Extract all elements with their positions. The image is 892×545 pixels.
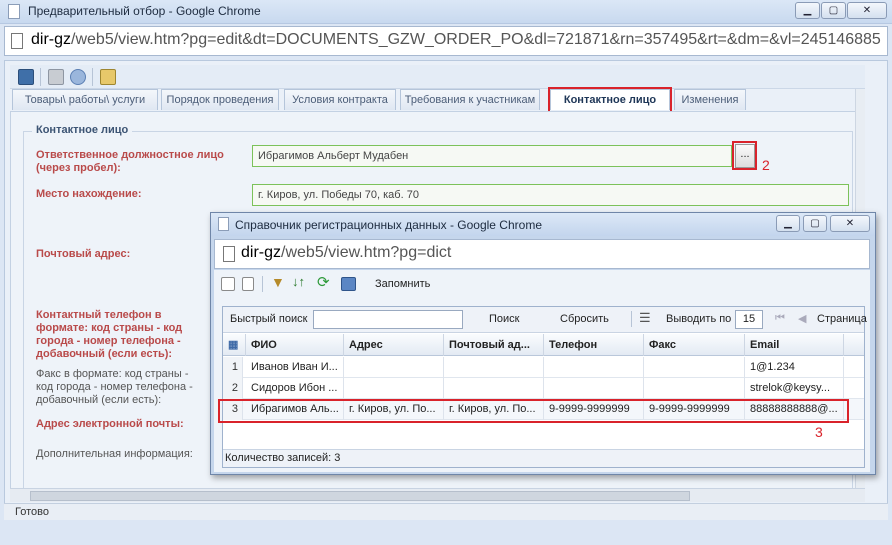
toolbar	[10, 65, 865, 89]
cell-fax	[644, 378, 745, 399]
url-host: dir-gz	[31, 31, 72, 48]
col-postal[interactable]: Почтовый ад...	[444, 334, 544, 356]
url-host: dir-gz	[241, 244, 282, 261]
info-icon[interactable]	[70, 69, 86, 85]
location-field[interactable]: г. Киров, ул. Победы 70, каб. 70	[252, 184, 849, 206]
page-icon	[223, 246, 235, 262]
tab-procedure[interactable]: Порядок проведения	[161, 89, 279, 110]
responsible-field[interactable]: Ибрагимов Альберт Мудабен	[252, 145, 732, 167]
divider	[40, 68, 41, 86]
window-titlebar: Предварительный отбор - Google Chrome ▁ …	[0, 0, 892, 24]
table-icon[interactable]	[341, 277, 356, 291]
cell-address	[344, 357, 444, 378]
fax-label: Факс в формате: код страны - код города …	[36, 368, 193, 406]
per-page-input[interactable]: 15	[735, 310, 763, 329]
sort-icon[interactable]: ↓↑	[292, 274, 305, 289]
cell-postal	[444, 357, 544, 378]
col-fax[interactable]: Факс	[644, 334, 745, 356]
remember-button[interactable]: Запомнить	[375, 278, 430, 290]
new-document-icon[interactable]	[242, 277, 254, 291]
cell-fax	[644, 357, 745, 378]
per-page-label: Выводить по	[666, 313, 732, 325]
window-title: Предварительный отбор - Google Chrome	[28, 4, 261, 18]
table-row[interactable]: 2 Сидоров Ибон ... strelok@keysy...	[223, 378, 864, 399]
dialog-toolbar: ▼ ↓↑ ⟳ Запомнить	[216, 272, 866, 296]
address-url[interactable]: dir-gz/web5/view.htm?pg=edit&dt=DOCUMENT…	[31, 31, 881, 49]
filter-icon[interactable]: ▼	[271, 274, 285, 290]
first-page-icon[interactable]: ⏮	[775, 312, 785, 325]
dialog-title: Справочник регистрационных данных - Goog…	[235, 218, 542, 232]
cell-postal	[444, 378, 544, 399]
minimize-icon[interactable]: ▁	[776, 215, 800, 232]
location-label: Место нахождение:	[36, 188, 142, 200]
close-icon[interactable]: ✕	[830, 215, 870, 232]
grid-header: ▦ ФИО Адрес Почтовый ад... Телефон Факс …	[223, 334, 864, 356]
scroll-thumb[interactable]	[30, 491, 690, 501]
phone-label: Контактный телефон в формате: код страны…	[36, 309, 183, 360]
maximize-icon[interactable]: ▢	[821, 2, 846, 19]
records-count: Количество записей: 3	[223, 449, 864, 467]
extra-info-label: Дополнительная информация:	[36, 448, 193, 460]
address-bar[interactable]: dir-gz/web5/view.htm?pg=edit&dt=DOCUMENT…	[4, 26, 888, 56]
divider	[262, 276, 263, 292]
fieldset-legend: Контактное лицо	[32, 124, 133, 136]
document-icon[interactable]	[100, 69, 116, 85]
col-email[interactable]: Email	[745, 334, 844, 356]
responsible-label: Ответственное должностное лицо (через пр…	[36, 149, 224, 174]
annotation-2: 2	[762, 157, 770, 173]
minimize-icon[interactable]: ▁	[795, 2, 820, 19]
url-path: /web5/view.htm?pg=dict	[281, 244, 452, 261]
quick-search-input[interactable]	[313, 310, 463, 329]
page-icon	[8, 4, 20, 19]
cell-address	[344, 378, 444, 399]
dialog-address-bar[interactable]: dir-gz/web5/view.htm?pg=dict	[214, 239, 870, 269]
horizontal-scrollbar[interactable]	[10, 488, 865, 502]
table-row[interactable]: 1 Иванов Иван И... 1@1.234	[223, 357, 864, 378]
tab-changes[interactable]: Изменения	[674, 89, 746, 110]
edit-icon[interactable]	[221, 277, 235, 291]
cell-fio: Сидоров Ибон ...	[246, 378, 344, 399]
quick-search-label: Быстрый поиск	[230, 313, 308, 325]
row-number: 2	[223, 378, 243, 399]
close-icon[interactable]: ✕	[847, 2, 887, 19]
highlight-lookup	[732, 141, 757, 170]
cell-email: 1@1.234	[745, 357, 844, 378]
reset-button[interactable]: Сбросить	[560, 313, 609, 325]
cell-fio: Иванов Иван И...	[246, 357, 344, 378]
status-bar: Готово	[4, 503, 888, 520]
col-address[interactable]: Адрес	[344, 334, 444, 356]
highlight-row	[218, 399, 849, 423]
email-label: Адрес электронной почты:	[36, 418, 184, 430]
refresh-icon[interactable]: ⟳	[317, 273, 330, 291]
list-icon: ☰	[639, 310, 651, 325]
page-icon	[218, 217, 229, 231]
cell-email: strelok@keysy...	[745, 378, 844, 399]
divider	[631, 311, 632, 327]
col-phone[interactable]: Телефон	[544, 334, 644, 356]
edit-icon[interactable]	[48, 69, 64, 85]
cell-phone	[544, 378, 644, 399]
divider	[92, 68, 93, 86]
col-fio[interactable]: ФИО	[246, 334, 344, 356]
url-path: /web5/view.htm?pg=edit&dt=DOCUMENTS_GZW_…	[71, 31, 881, 48]
tab-goods[interactable]: Товары\ работы\ услуги	[12, 89, 158, 110]
tab-contract-terms[interactable]: Условия контракта	[284, 89, 396, 110]
cell-phone	[544, 357, 644, 378]
annotation-3: 3	[815, 424, 823, 440]
dialog-titlebar: Справочник регистрационных данных - Goog…	[211, 213, 875, 236]
row-number: 1	[223, 357, 243, 378]
search-button[interactable]: Поиск	[489, 313, 519, 325]
page-label: Страница	[817, 313, 867, 325]
prev-page-icon[interactable]: ◀	[798, 312, 806, 325]
maximize-icon[interactable]: ▢	[803, 215, 827, 232]
save-icon[interactable]	[18, 69, 34, 85]
page-icon	[11, 33, 23, 49]
tab-requirements[interactable]: Требования к участникам	[400, 89, 540, 110]
dialog-url[interactable]: dir-gz/web5/view.htm?pg=dict	[241, 244, 451, 262]
grid-icon: ▦	[223, 334, 246, 356]
tab-bar: Товары\ работы\ услуги Порядок проведени…	[10, 89, 865, 111]
postal-label: Почтовый адрес:	[36, 248, 131, 260]
